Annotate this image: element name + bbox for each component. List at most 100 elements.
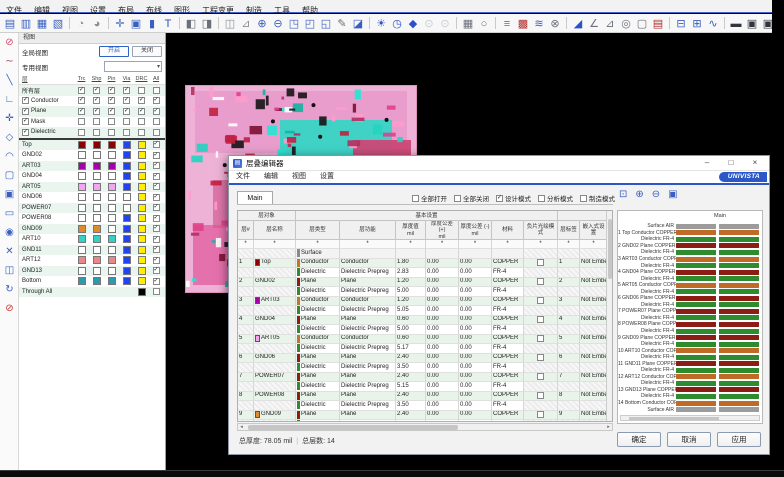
negative-mode-checkbox[interactable]	[537, 411, 544, 418]
visibility-col-2[interactable]: Shp	[89, 76, 104, 82]
visibility-checkbox[interactable]	[153, 118, 160, 125]
report-icon[interactable]: ▢	[634, 15, 650, 33]
visibility-checkbox[interactable]	[153, 288, 160, 295]
color-swatch[interactable]	[138, 193, 146, 201]
visibility-checkbox[interactable]: ✓	[123, 97, 130, 104]
mode-checkbox[interactable]	[454, 195, 461, 202]
mode-check-0[interactable]: 全部打开	[412, 193, 447, 203]
visibility-checkbox[interactable]: ✓	[153, 173, 160, 180]
color-swatch[interactable]	[123, 256, 131, 264]
drop-icon[interactable]: ◆	[405, 15, 421, 33]
color-swatch[interactable]	[138, 267, 146, 275]
filter-cell[interactable]: *	[238, 240, 254, 249]
color-swatch[interactable]	[123, 225, 131, 233]
table-row[interactable]: 1TopConductorConductor1.800.000.00COPPER…	[238, 259, 608, 269]
color-swatch[interactable]	[78, 183, 86, 191]
color-swatch[interactable]	[78, 235, 86, 243]
filter-cell[interactable]: *	[558, 240, 580, 249]
close-button[interactable]: ×	[745, 156, 765, 170]
cube-icon[interactable]: ◫	[0, 261, 19, 280]
color-swatch[interactable]	[123, 235, 131, 243]
visibility-checkbox[interactable]: ✓	[138, 97, 145, 104]
stackup-bar-main[interactable]	[719, 270, 759, 275]
circle-dot-icon[interactable]: ◉	[0, 223, 19, 242]
tune-icon[interactable]: ≡	[499, 15, 515, 33]
visibility-col-3[interactable]: Pin	[104, 76, 119, 82]
visibility-checkbox[interactable]: ✓	[78, 87, 85, 94]
visibility-col-1[interactable]: Trc	[74, 76, 89, 82]
color-swatch[interactable]	[93, 162, 101, 170]
visibility-checkbox[interactable]: ✓	[153, 108, 160, 115]
rect-icon[interactable]: ▭	[0, 204, 19, 223]
table-col-header-9[interactable]: 层标签	[558, 221, 580, 240]
table-row[interactable]: DielectricDielectric Prepreg5.000.000.00…	[238, 325, 608, 335]
snapshot-icon[interactable]: ◱	[318, 15, 334, 33]
table-row[interactable]: 2GND02PlanePlane1.200.000.00COPPER2Not E…	[238, 278, 608, 288]
table-row[interactable]: DielectricDielectric Prepreg5.170.000.00…	[238, 344, 608, 354]
mode-check-1[interactable]: 全部关闭	[454, 193, 489, 203]
color-swatch[interactable]	[138, 214, 146, 222]
negative-mode-checkbox[interactable]	[537, 392, 544, 399]
dark-2-icon[interactable]: ▣	[744, 15, 760, 33]
table-row[interactable]: 6GND06PlanePlane2.400.000.00COPPER6Not E…	[238, 354, 608, 364]
visibility-checkbox[interactable]	[78, 118, 85, 125]
brightness-icon[interactable]: ☀	[373, 15, 389, 33]
table-row[interactable]: 5ART05ConductorConductor0.600.000.00COPP…	[238, 335, 608, 345]
color-swatch[interactable]	[138, 151, 146, 159]
visibility-checkbox[interactable]: ✓	[153, 162, 160, 169]
mode-checkbox[interactable]	[538, 195, 545, 202]
arc-icon[interactable]: ◠	[0, 147, 19, 166]
color-swatch[interactable]	[123, 172, 131, 180]
visibility-checkbox[interactable]: ✓	[153, 236, 160, 243]
color-swatch[interactable]	[123, 141, 131, 149]
fit-view-icon[interactable]: ⊡	[619, 189, 627, 201]
color-swatch[interactable]	[78, 277, 86, 285]
dark-3-icon[interactable]: ▣	[760, 15, 772, 33]
visibility-checkbox[interactable]: ✓	[153, 257, 160, 264]
filter-cell[interactable]: *	[459, 240, 492, 249]
stackup-bar-main[interactable]	[719, 394, 759, 399]
stackup-bar-main[interactable]	[719, 283, 759, 288]
stackup-bar-main[interactable]	[719, 387, 759, 392]
table-col-header-5[interactable]: 厚度公差 (+)mil	[426, 221, 459, 240]
wave-icon[interactable]: ∿	[705, 15, 721, 33]
stackup-bar-main[interactable]	[719, 309, 759, 314]
ruler-icon[interactable]: ⊿	[238, 15, 254, 33]
color-swatch[interactable]	[138, 204, 146, 212]
table-col-header-10[interactable]: 嵌入式设置	[580, 221, 608, 240]
filter-cell[interactable]: *	[492, 240, 524, 249]
color-swatch[interactable]	[123, 214, 131, 222]
mode-check-3[interactable]: 分析模式	[538, 193, 573, 203]
visibility-checkbox[interactable]	[123, 118, 130, 125]
visibility-checkbox[interactable]	[138, 87, 145, 94]
color-swatch[interactable]	[78, 246, 86, 254]
visibility-checkbox[interactable]: ✓	[108, 97, 115, 104]
line-icon[interactable]: ╲	[0, 71, 19, 90]
global-off-button[interactable]: 关闭	[132, 46, 162, 57]
preview-horizontal-scrollbar[interactable]	[620, 415, 760, 421]
color-swatch[interactable]	[123, 246, 131, 254]
negative-mode-checkbox[interactable]	[537, 259, 544, 266]
dialog-titlebar[interactable]: ▤ 层叠编辑器 – □ ×	[229, 156, 769, 171]
visibility-col-0[interactable]: 层	[22, 75, 74, 83]
color-swatch[interactable]	[138, 141, 146, 149]
zoom-in-icon[interactable]: ⊕	[635, 189, 643, 201]
import-icon[interactable]: ▦	[34, 15, 50, 33]
visibility-checkbox[interactable]: ✓	[123, 87, 130, 94]
table-row[interactable]: DielectricDielectric Prepreg5.150.000.00…	[238, 382, 608, 392]
stackup-bar-main[interactable]	[719, 381, 759, 386]
filter-cell[interactable]: *	[580, 240, 608, 249]
text-icon[interactable]: T	[160, 15, 176, 33]
color-swatch[interactable]	[93, 246, 101, 254]
color-swatch[interactable]	[108, 172, 116, 180]
stackup-bar-main[interactable]	[719, 329, 759, 334]
negative-mode-checkbox[interactable]	[537, 316, 544, 323]
align-icon[interactable]: ⊞	[689, 15, 705, 33]
table-row[interactable]: 3ART03ConductorConductor1.200.000.00COPP…	[238, 297, 608, 307]
color-swatch[interactable]	[93, 225, 101, 233]
color-swatch[interactable]	[108, 151, 116, 159]
table-col-header-0[interactable]: 层#	[238, 221, 254, 240]
visibility-checkbox[interactable]: ✓	[78, 108, 85, 115]
stackup-bar-main[interactable]	[719, 315, 759, 320]
odb-off-icon[interactable]: ⊘	[0, 299, 19, 318]
